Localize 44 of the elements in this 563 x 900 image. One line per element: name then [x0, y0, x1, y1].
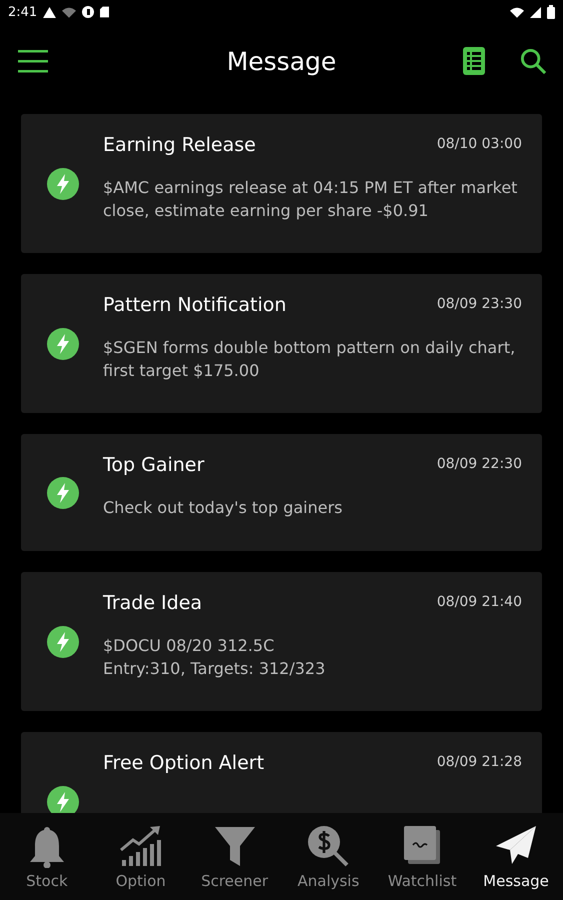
battery-icon — [547, 5, 555, 19]
message-text: $AMC earnings release at 04:15 PM ET after market close, estimate earning per share -$0.91 — [103, 177, 518, 222]
menu-icon[interactable] — [18, 49, 48, 73]
nav-tab[interactable]: Analysis — [281, 824, 376, 890]
message-card[interactable]: Top Gainer 08/09 22:30 Check out today's top gainers — [21, 434, 542, 551]
lightning-icon — [47, 626, 79, 658]
search-icon[interactable] — [520, 48, 547, 74]
spreadsheet-icon[interactable] — [463, 47, 485, 75]
nav-tab[interactable]: Message — [469, 824, 563, 890]
message-title: Trade Idea — [103, 592, 202, 614]
message-title: Top Gainer — [103, 454, 204, 476]
lightning-icon — [47, 328, 79, 360]
message-title: Earning Release — [103, 134, 256, 156]
message-text: Check out today's top gainers — [103, 497, 344, 519]
nav-tab[interactable]: Option — [94, 824, 188, 890]
nav-tab[interactable]: Watchlist — [375, 824, 470, 890]
message-time: 08/09 21:40 — [436, 593, 522, 610]
screen-title: Message — [226, 46, 338, 76]
message-title: Pattern Notification — [103, 294, 286, 316]
wifi-icon — [510, 6, 524, 18]
nav-tab[interactable]: Stock — [0, 824, 94, 890]
message-time: 08/09 22:30 — [436, 455, 522, 472]
message-card[interactable]: Free Option Alert 08/09 21:28 — [21, 732, 542, 813]
message-time: 08/09 23:30 — [436, 295, 522, 312]
signal-icon — [530, 6, 541, 18]
message-card[interactable]: Pattern Notification 08/09 23:30 $SGEN forms double bottom pattern on daily chart, first target $175.00 — [21, 274, 542, 413]
warning-icon — [43, 6, 56, 18]
status-time: 2:41 — [8, 4, 38, 20]
message-text: $SGEN forms double bottom pattern on daily chart, first target $175.00 — [103, 337, 516, 382]
growth-chart-icon — [118, 824, 163, 868]
lightning-icon — [47, 476, 79, 508]
lightning-icon — [47, 786, 79, 813]
message-title: Free Option Alert — [103, 752, 264, 774]
sd-card-icon — [100, 6, 110, 18]
message-time: 08/09 21:28 — [436, 753, 522, 770]
badge-icon — [82, 6, 94, 18]
message-time: 08/10 03:00 — [436, 135, 522, 152]
lightning-icon — [47, 168, 79, 200]
message-text: $DOCU 08/20 312.5C Entry:310, Targets: 312/323 — [103, 635, 326, 680]
message-card[interactable]: Trade Idea 08/09 21:40 $DOCU 08/20 312.5C Entry:310, Targets: 312/323 — [21, 572, 542, 711]
wifi-icon — [62, 6, 76, 18]
nav-tab[interactable]: Screener — [188, 824, 282, 890]
message-card[interactable]: Earning Release 08/10 03:00 $AMC earnings release at 04:15 PM ET after market close, estimate earning per share -$0.91 — [21, 114, 542, 253]
dollar-magnifier-icon — [306, 824, 350, 868]
